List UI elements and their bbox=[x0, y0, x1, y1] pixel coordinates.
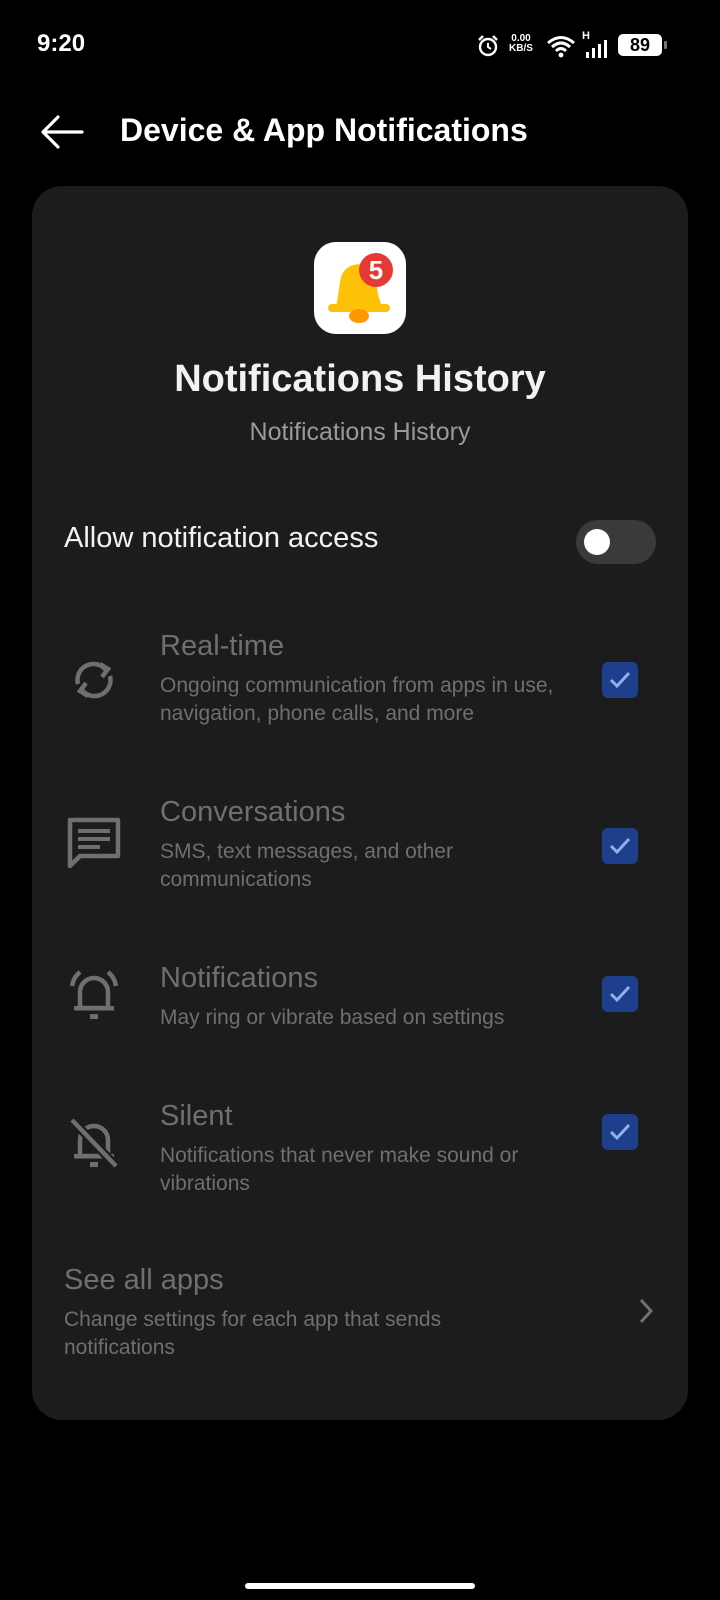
option-real-time[interactable]: Real-time Ongoing communication from app… bbox=[32, 630, 688, 740]
conversations-checkbox[interactable] bbox=[602, 828, 638, 864]
option-conversations[interactable]: Conversations SMS, text messages, and ot… bbox=[32, 796, 688, 906]
check-icon bbox=[609, 671, 631, 689]
settings-card: 5 Notifications History Notifications Hi… bbox=[32, 186, 688, 1420]
bell-icon bbox=[328, 253, 393, 323]
home-indicator[interactable] bbox=[245, 1583, 475, 1589]
option-title: Silent bbox=[160, 1100, 233, 1132]
signal-icon: H bbox=[582, 30, 608, 58]
sync-icon bbox=[75, 661, 113, 699]
option-description: May ring or vibrate based on settings bbox=[160, 1006, 505, 1029]
see-all-apps-description: Change settings for each app that sends … bbox=[64, 1308, 442, 1359]
app-name: Notifications History bbox=[174, 358, 546, 400]
status-icons: 0.00 KB/S H 89 bbox=[460, 30, 680, 64]
see-all-apps-title: See all apps bbox=[64, 1264, 224, 1296]
arrow-left-icon bbox=[41, 115, 84, 149]
notifications-checkbox[interactable] bbox=[602, 976, 638, 1012]
option-notifications[interactable]: Notifications May ring or vibrate based … bbox=[32, 962, 688, 1042]
app-subtitle: Notifications History bbox=[249, 418, 471, 446]
app-icon: 5 bbox=[314, 242, 406, 334]
see-all-apps-row[interactable]: See all apps Change settings for each ap… bbox=[32, 1264, 688, 1364]
check-icon bbox=[609, 837, 631, 855]
bell-off-icon bbox=[68, 1116, 120, 1170]
option-description: Notifications that never make sound or v… bbox=[160, 1144, 519, 1195]
option-title: Notifications bbox=[160, 962, 318, 994]
status-time: 9:20 bbox=[37, 30, 86, 57]
badge-count: 5 bbox=[368, 255, 384, 285]
page-title: Device & App Notifications bbox=[120, 112, 528, 148]
battery-level: 89 bbox=[618, 34, 662, 56]
ringing-bell-icon bbox=[69, 970, 119, 1019]
option-description: SMS, text messages, and other communicat… bbox=[160, 840, 453, 891]
allow-notification-access-row[interactable]: Allow notification access bbox=[32, 512, 688, 572]
allow-notification-access-label: Allow notification access bbox=[64, 522, 379, 554]
status-bar: 9:20 0.00 KB/S H 89 bbox=[0, 0, 720, 90]
option-silent[interactable]: Silent Notifications that never make sou… bbox=[32, 1100, 688, 1210]
real-time-checkbox[interactable] bbox=[602, 662, 638, 698]
option-title: Real-time bbox=[160, 630, 285, 662]
wifi-icon bbox=[547, 36, 575, 58]
toggle-knob bbox=[584, 529, 610, 555]
alarm-icon bbox=[478, 35, 498, 57]
silent-checkbox[interactable] bbox=[602, 1114, 638, 1150]
battery-icon: 89 bbox=[618, 34, 674, 58]
option-title: Conversations bbox=[160, 796, 346, 828]
option-description: Ongoing communication from apps in use, … bbox=[160, 674, 554, 725]
chevron-right-icon bbox=[639, 1298, 654, 1324]
check-icon bbox=[609, 1123, 631, 1141]
allow-notification-access-toggle[interactable] bbox=[576, 520, 656, 564]
message-icon bbox=[67, 817, 121, 869]
back-button[interactable] bbox=[36, 106, 88, 158]
header: Device & App Notifications bbox=[0, 100, 720, 164]
screen: 9:20 0.00 KB/S H 89 Device & App Notific… bbox=[0, 0, 720, 1600]
check-icon bbox=[609, 985, 631, 1003]
network-speed-unit: KB/S bbox=[509, 43, 533, 54]
network-speed: 0.00 KB/S bbox=[506, 34, 536, 54]
